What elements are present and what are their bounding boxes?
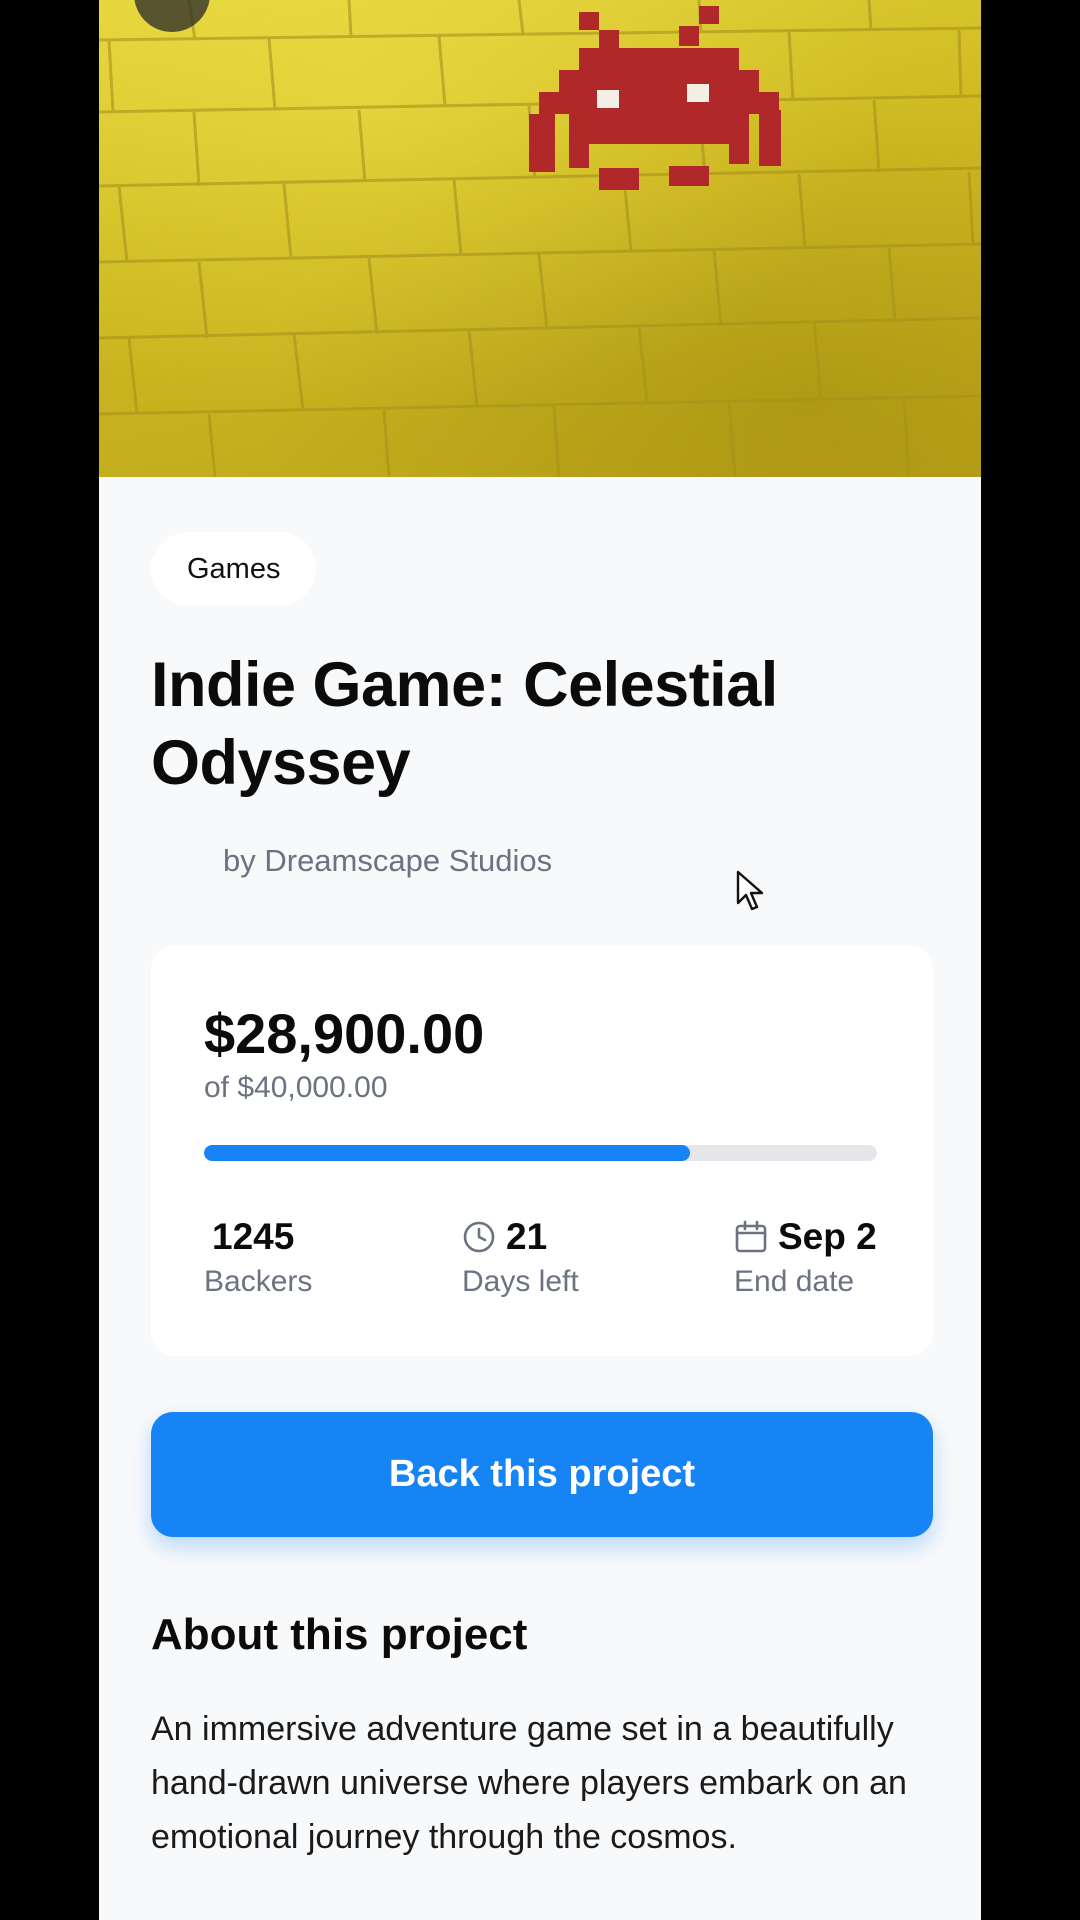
about-description: An immersive adventure game set in a bea… xyxy=(151,1710,907,1856)
back-this-project-button[interactable]: Back this project xyxy=(151,1412,933,1537)
stat-end-date: Sep 2 End date xyxy=(734,1215,877,1299)
funding-progress-fill xyxy=(204,1145,691,1161)
creator-name[interactable]: by Dreamscape Studios xyxy=(223,843,552,879)
project-hero-image xyxy=(99,0,981,477)
project-title: Indie Game: Celestial Odyssey xyxy=(151,650,778,798)
backers-label: Backers xyxy=(204,1265,313,1298)
amount-raised: $28,900.00 xyxy=(204,1002,485,1065)
brick-wall-with-invader xyxy=(99,0,981,477)
funding-goal: of $40,000.00 xyxy=(204,1071,388,1104)
backers-count: 1245 xyxy=(212,1216,295,1257)
stat-backers: 1245 Backers xyxy=(204,1215,312,1299)
funding-card: $28,900.00 of $40,000.00 1245 Backers 21… xyxy=(151,945,933,1356)
days-left-count: 21 xyxy=(506,1216,548,1257)
category-tag[interactable]: Games xyxy=(151,532,317,606)
end-date-value: Sep 2 xyxy=(778,1216,877,1257)
about-heading: About this project xyxy=(151,1610,528,1659)
mouse-cursor-icon xyxy=(736,870,764,911)
project-detail-screen: Games Indie Game: Celestial Odyssey by D… xyxy=(99,0,981,1920)
days-left-label: Days left xyxy=(462,1265,579,1298)
calendar-icon xyxy=(735,1220,767,1253)
funding-progress-bar xyxy=(204,1145,877,1161)
clock-icon xyxy=(463,1221,495,1253)
end-date-label: End date xyxy=(734,1265,855,1298)
stat-days-left: 21 Days left xyxy=(462,1215,579,1299)
